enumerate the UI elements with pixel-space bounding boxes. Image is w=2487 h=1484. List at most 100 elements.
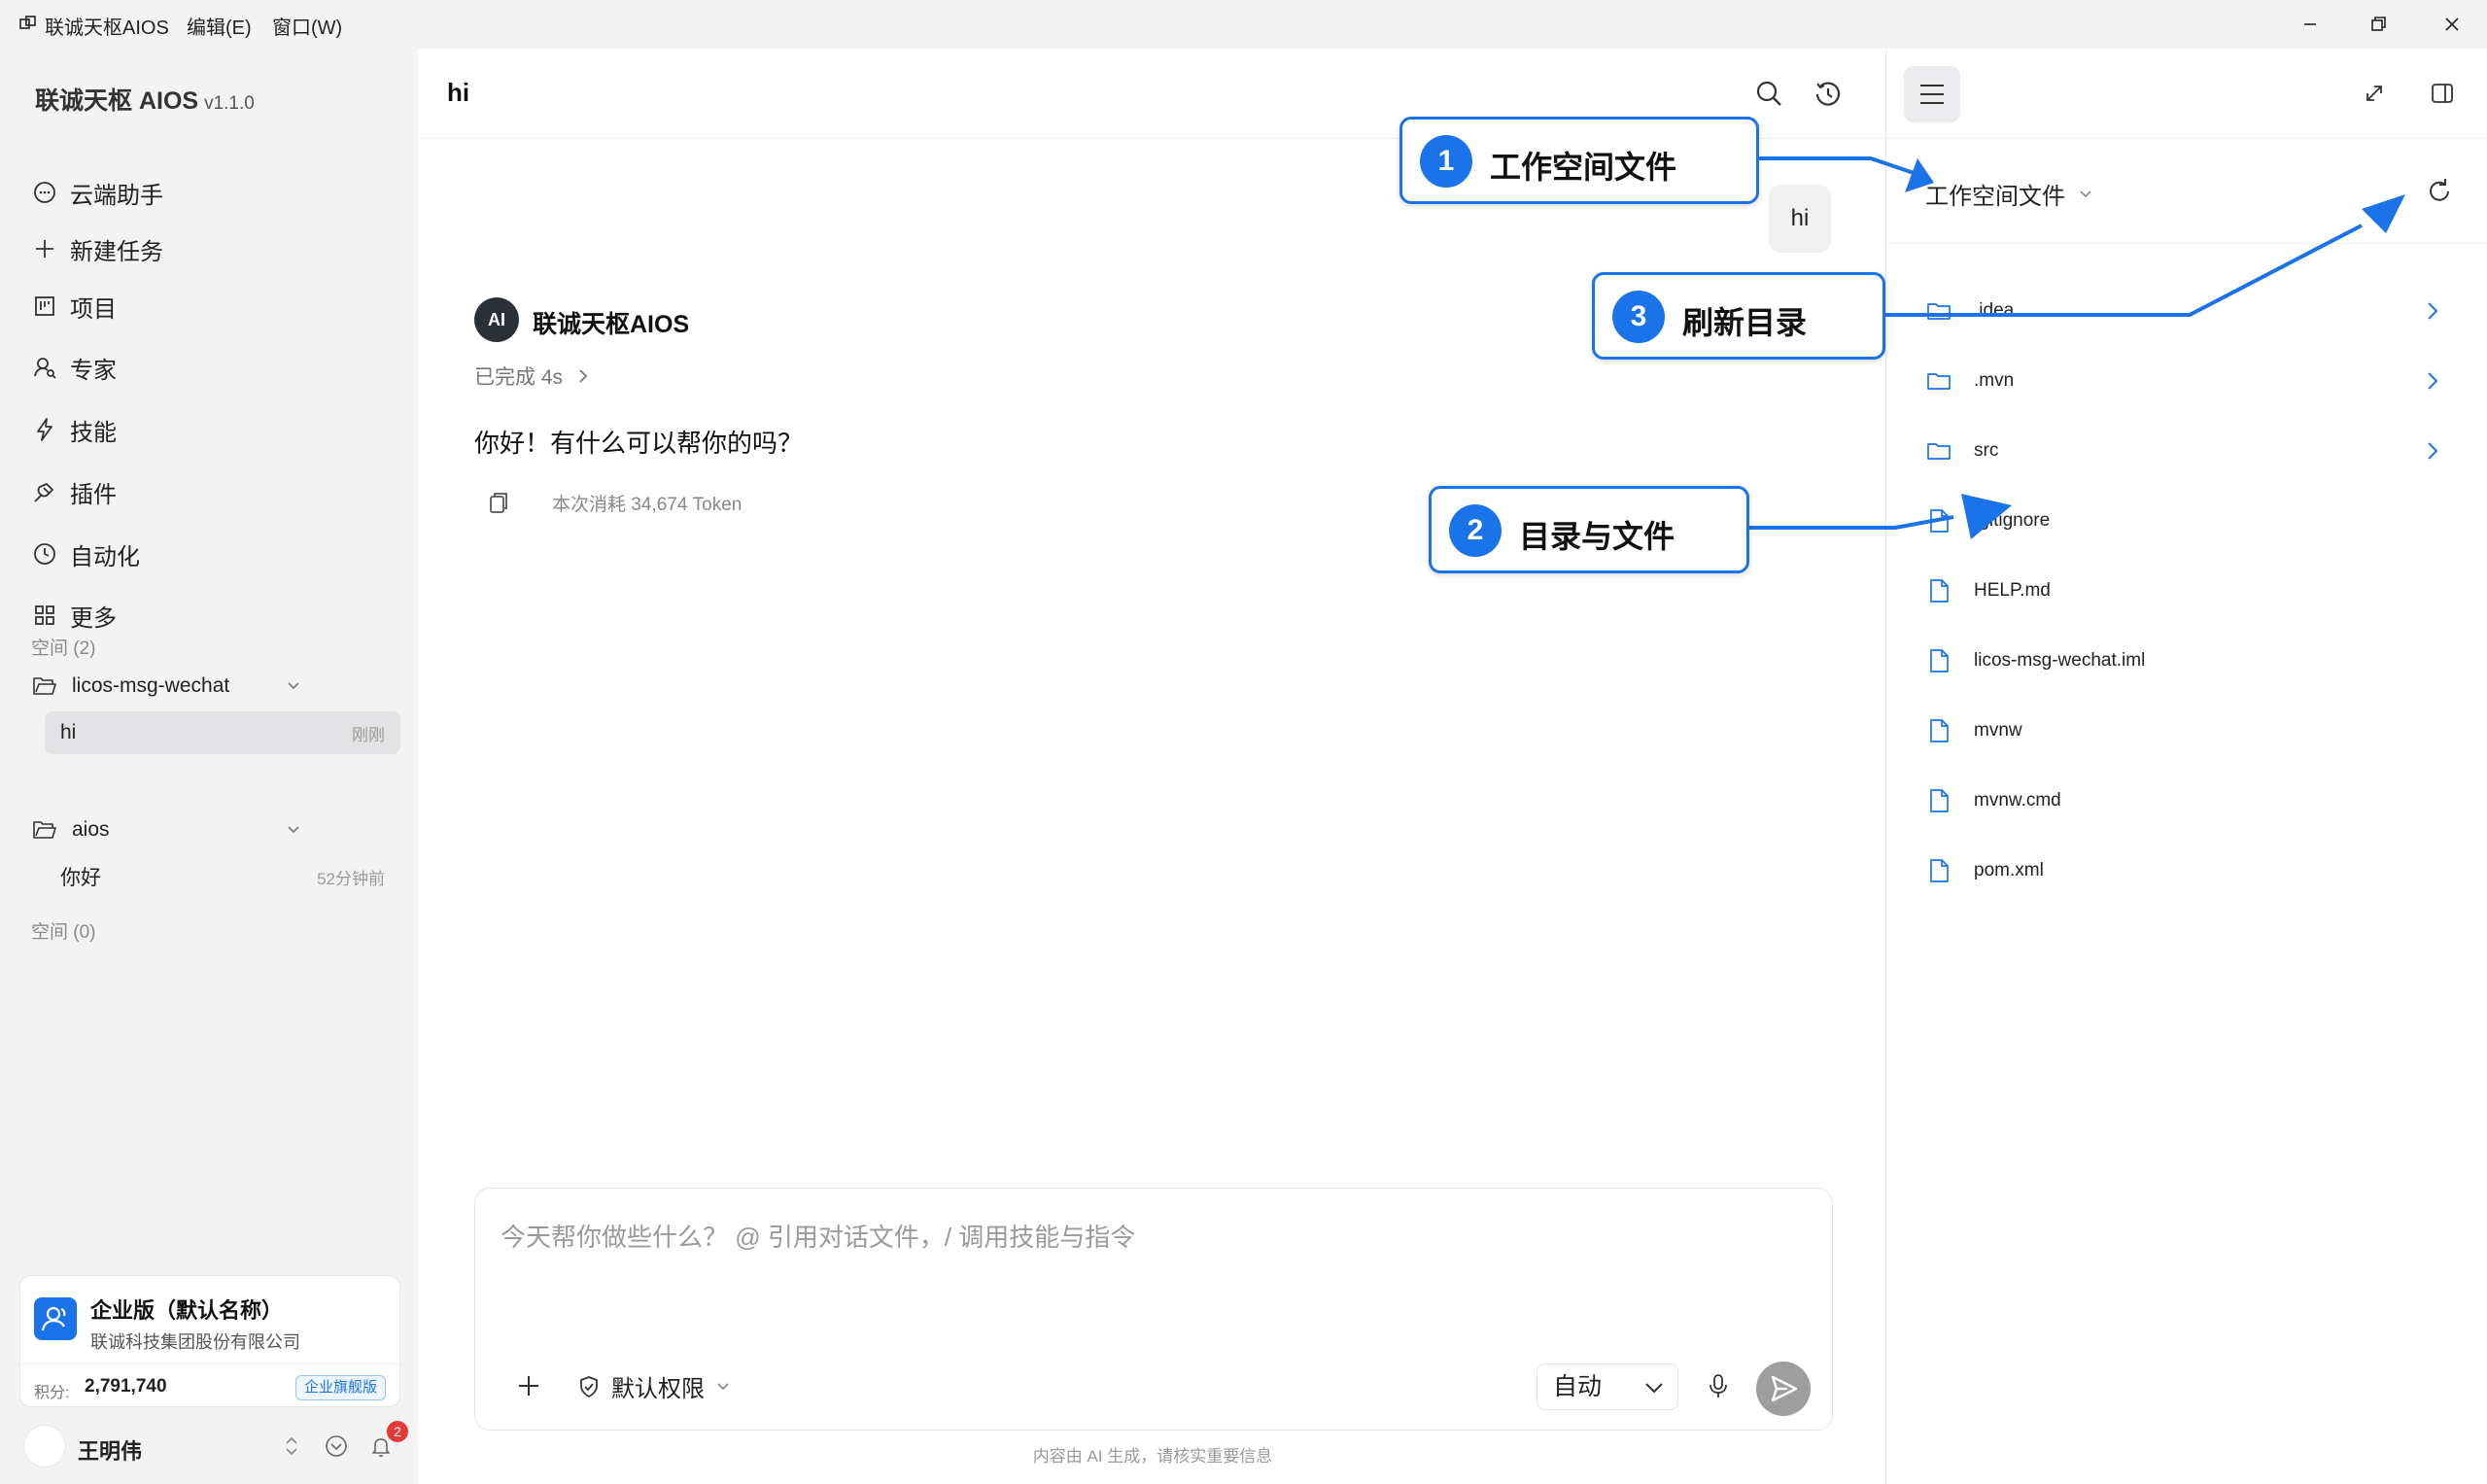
app-name: 联诚天枢AIOS: [45, 17, 169, 39]
chevron-down-icon[interactable]: [280, 673, 307, 700]
nav-label: 专家: [70, 357, 117, 384]
nav-new-task[interactable]: 新建任务: [31, 227, 400, 270]
conversation-item[interactable]: hi 刚刚: [45, 711, 400, 754]
file-name: .gitignore: [1974, 510, 2051, 531]
close-icon[interactable]: [2437, 10, 2467, 39]
file-icon: [1930, 719, 1949, 742]
ai-status-text: 已完成 4s: [474, 366, 564, 389]
menu-button[interactable]: [1904, 66, 1960, 122]
chevron-right-icon[interactable]: [2419, 297, 2446, 325]
history-icon[interactable]: [1812, 78, 1845, 111]
folder-row[interactable]: .idea: [1925, 282, 2470, 340]
file-row[interactable]: HELP.md: [1925, 562, 2470, 620]
nav-experts[interactable]: 专家: [31, 346, 400, 389]
folder-icon: [1927, 443, 1951, 460]
file-name: mvnw: [1974, 720, 2022, 741]
collapse-circle-icon[interactable]: [323, 1432, 350, 1460]
folder-row[interactable]: src: [1925, 422, 2470, 480]
file-row[interactable]: licos-msg-wechat.iml: [1925, 632, 2470, 690]
folder-row[interactable]: .mvn: [1925, 352, 2470, 410]
divider: [1886, 138, 2487, 139]
permission-selector[interactable]: 默认权限: [576, 1369, 734, 1403]
folder-open-icon: [33, 677, 56, 695]
nav-projects[interactable]: 项目: [31, 285, 400, 328]
microphone-icon[interactable]: [1704, 1371, 1733, 1400]
chevron-right-icon: [579, 369, 588, 383]
ai-name: 联诚天枢AIOS: [533, 311, 690, 338]
nav-label: 项目: [70, 295, 117, 323]
send-icon: [1771, 1375, 1798, 1402]
enterprise-company: 联诚科技集团股份有限公司: [90, 1332, 300, 1352]
nav-more[interactable]: 更多: [31, 594, 400, 637]
file-icon: [1930, 579, 1949, 603]
minimize-icon[interactable]: [2296, 10, 2325, 39]
enterprise-card[interactable]: 企业版（默认名称） 联诚科技集团股份有限公司 积分: 2,791,740 企业旗…: [19, 1275, 400, 1407]
kanban-icon: [35, 296, 54, 316]
toggle-panel-icon[interactable]: [2425, 76, 2460, 111]
file-name: src: [1974, 440, 1999, 461]
file-row[interactable]: mvnw.cmd: [1925, 772, 2470, 830]
file-row[interactable]: mvnw: [1925, 702, 2470, 760]
conversation-time: 52分钟前: [317, 869, 385, 888]
ai-disclaimer: 内容由 AI 生成，请核实重要信息: [1032, 1447, 1273, 1466]
nav-skills[interactable]: 技能: [31, 408, 400, 451]
send-button[interactable]: [1756, 1362, 1811, 1416]
file-row[interactable]: .gitignore: [1925, 492, 2470, 550]
user-name[interactable]: 王明伟: [78, 1434, 142, 1466]
copy-icon[interactable]: [484, 488, 513, 517]
add-attachment-icon[interactable]: [514, 1371, 543, 1400]
folder-icon: [1927, 373, 1951, 390]
grid-icon: [35, 605, 54, 625]
sort-icon[interactable]: [278, 1432, 305, 1460]
annotation-callout-3: 3 刷新目录: [1592, 272, 1885, 360]
avatar[interactable]: [23, 1425, 66, 1467]
callout-number: 3: [1612, 291, 1665, 343]
shield-icon: [580, 1375, 598, 1398]
message-input[interactable]: 今天帮你做些什么？ @ 引用对话文件，/ 调用技能与指令: [501, 1218, 1135, 1254]
callout-number: 2: [1449, 504, 1502, 557]
search-icon[interactable]: [1753, 78, 1786, 111]
ai-reply: 你好！有什么可以帮你的吗？: [474, 429, 804, 458]
nav-plugins[interactable]: 插件: [31, 470, 400, 513]
chevron-down-icon: [717, 1382, 729, 1390]
space-licos-msg-wechat[interactable]: licos-msg-wechat: [31, 665, 400, 707]
spaces-label: 空间 (2): [31, 638, 96, 659]
nav-label: 更多: [70, 604, 117, 632]
chevron-down-icon: [1645, 1383, 1663, 1394]
file-name: HELP.md: [1974, 580, 2051, 601]
lightning-icon: [37, 418, 52, 441]
conversation-item[interactable]: 你好 52分钟前: [45, 855, 400, 898]
mode-label: 自动: [1553, 1373, 1603, 1400]
divider: [20, 1363, 399, 1364]
refresh-icon[interactable]: [2423, 175, 2456, 208]
mode-select[interactable]: 自动: [1537, 1363, 1678, 1410]
nav-automation[interactable]: 自动化: [31, 533, 400, 575]
menu-window[interactable]: 窗口(W): [272, 12, 342, 40]
folder-icon: [1927, 303, 1951, 320]
conversation-title: 你好: [60, 867, 101, 889]
file-icon: [1930, 509, 1949, 533]
file-name: mvnw.cmd: [1974, 790, 2061, 811]
workspace-panel: 工作空间文件 .idea .mvn src .gitignore HELP.md lico…: [1885, 49, 2487, 1484]
chevron-down-icon[interactable]: [280, 816, 307, 844]
points-label: 积分:: [34, 1385, 70, 1401]
spaces-label-empty: 空间 (0): [31, 922, 96, 943]
restore-icon[interactable]: [2364, 10, 2393, 39]
menu-edit[interactable]: 编辑(E): [187, 12, 252, 40]
expand-icon[interactable]: [2357, 76, 2392, 111]
file-name: licos-msg-wechat.iml: [1974, 650, 2146, 671]
nav-label: 自动化: [70, 543, 140, 570]
nav-cloud-assistant[interactable]: 云端助手: [31, 171, 400, 214]
conversation-title: hi: [60, 721, 77, 743]
space-aios[interactable]: aios: [31, 809, 400, 851]
user-message: hi: [1769, 185, 1831, 253]
ai-status[interactable]: 已完成 4s: [474, 362, 594, 391]
message-composer[interactable]: 今天帮你做些什么？ @ 引用对话文件，/ 调用技能与指令 默认权限 自动: [474, 1188, 1833, 1431]
edition-badge: 企业旗舰版: [294, 1375, 386, 1400]
chevron-right-icon[interactable]: [2419, 437, 2446, 465]
file-icon: [1930, 649, 1949, 673]
file-row[interactable]: pom.xml: [1925, 842, 2470, 900]
workspace-files-selector[interactable]: 工作空间文件: [1925, 177, 2096, 211]
chevron-right-icon[interactable]: [2419, 367, 2446, 395]
expert-icon: [34, 358, 56, 379]
